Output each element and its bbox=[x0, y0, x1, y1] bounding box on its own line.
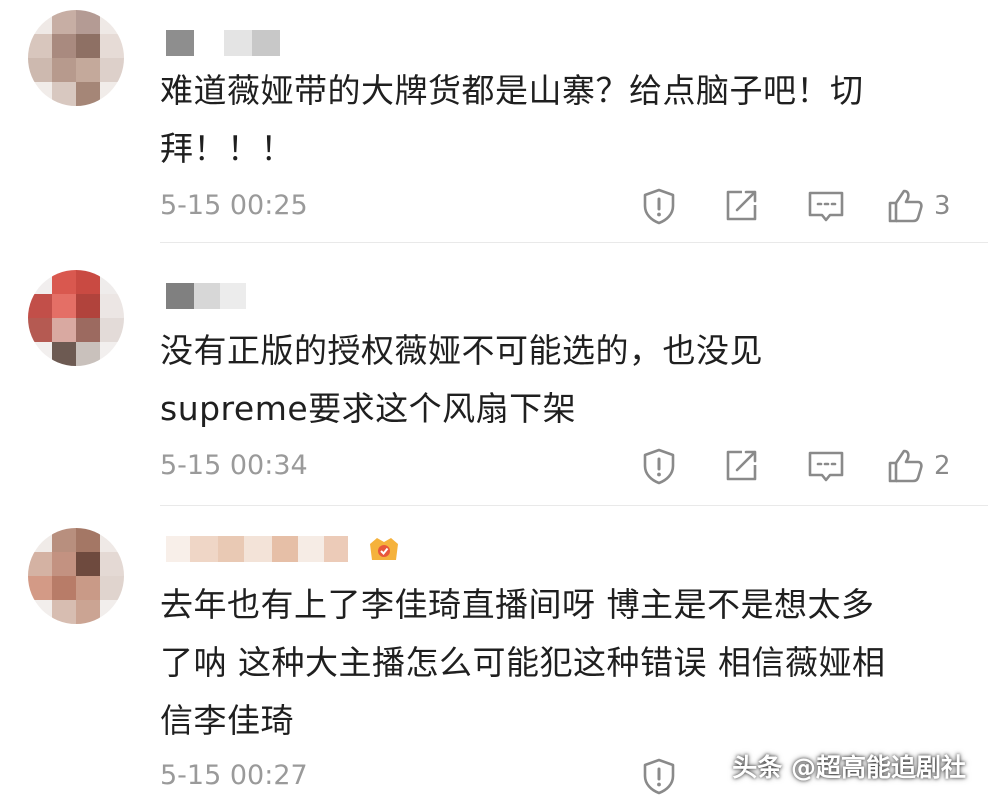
reply-button[interactable] bbox=[806, 186, 846, 226]
share-button[interactable] bbox=[722, 446, 760, 486]
comment-text: 没有正版的授权薇娅不可能选的，也没见 supreme要求这个风扇下架 bbox=[160, 331, 763, 428]
vip-badge-icon bbox=[370, 538, 398, 560]
avatar[interactable] bbox=[28, 10, 124, 106]
username-blurred[interactable] bbox=[166, 283, 246, 309]
reply-button[interactable] bbox=[806, 446, 846, 486]
like-button[interactable]: 3 bbox=[886, 186, 951, 226]
reply-icon bbox=[808, 191, 844, 222]
avatar[interactable] bbox=[28, 270, 124, 366]
like-icon bbox=[888, 449, 923, 483]
comment-text: 难道薇娅带的大牌货都是山寨？给点脑子吧！切 拜！！！ bbox=[160, 71, 864, 168]
comment-meta: 5-15 00:25 3 bbox=[160, 186, 960, 226]
comment-text: 去年也有上了李佳琦直播间呀 博主是不是想太多 了呐 这种大主播怎么可能犯这种错误… bbox=[160, 585, 886, 740]
comment-time: 5-15 00:27 bbox=[160, 760, 308, 791]
watermark: 头条 @超高能追剧社 bbox=[732, 753, 966, 782]
avatar[interactable] bbox=[28, 528, 124, 624]
like-button[interactable]: 2 bbox=[886, 446, 951, 486]
comment-time: 5-15 00:34 bbox=[160, 450, 308, 481]
share-icon bbox=[726, 190, 757, 221]
report-button[interactable] bbox=[640, 756, 678, 796]
divider bbox=[160, 505, 988, 506]
reply-icon bbox=[808, 451, 844, 482]
like-icon bbox=[888, 189, 923, 223]
report-button[interactable] bbox=[640, 446, 678, 486]
report-icon bbox=[643, 758, 675, 795]
like-count: 3 bbox=[934, 191, 951, 221]
username-blurred[interactable] bbox=[166, 536, 348, 562]
report-icon bbox=[643, 448, 675, 485]
share-button[interactable] bbox=[722, 186, 760, 226]
report-button[interactable] bbox=[640, 186, 678, 226]
like-count: 2 bbox=[934, 451, 951, 481]
divider bbox=[160, 242, 988, 243]
report-icon bbox=[643, 188, 675, 225]
username-blurred[interactable] bbox=[166, 30, 280, 56]
comment-time: 5-15 00:25 bbox=[160, 190, 308, 221]
comment-meta: 5-15 00:34 2 bbox=[160, 446, 960, 486]
share-icon bbox=[726, 450, 757, 481]
